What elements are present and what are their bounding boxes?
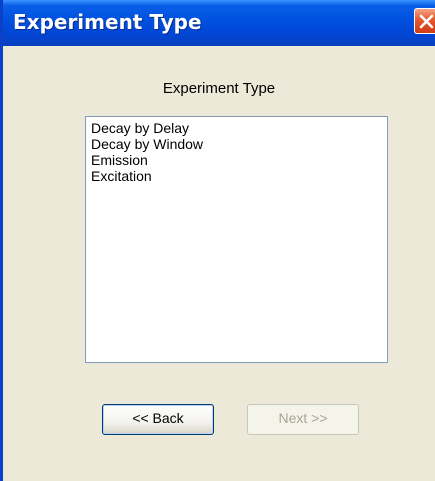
title-bar[interactable]: Experiment Type: [3, 0, 435, 46]
list-item-decay-by-delay[interactable]: Decay by Delay: [89, 120, 384, 136]
experiment-type-listbox[interactable]: Decay by Delay Decay by Window Emission …: [85, 116, 388, 363]
close-button[interactable]: [414, 8, 435, 34]
close-icon: [419, 14, 434, 29]
list-item-decay-by-window[interactable]: Decay by Window: [89, 136, 384, 152]
dialog-window: Experiment Type Experiment Type Decay by…: [0, 0, 435, 481]
list-item-excitation[interactable]: Excitation: [89, 168, 384, 184]
back-button[interactable]: << Back: [102, 404, 214, 435]
window-title: Experiment Type: [13, 10, 202, 34]
experiment-type-heading: Experiment Type: [162, 80, 276, 97]
next-button[interactable]: Next >>: [247, 404, 359, 435]
list-item-emission[interactable]: Emission: [89, 152, 384, 168]
